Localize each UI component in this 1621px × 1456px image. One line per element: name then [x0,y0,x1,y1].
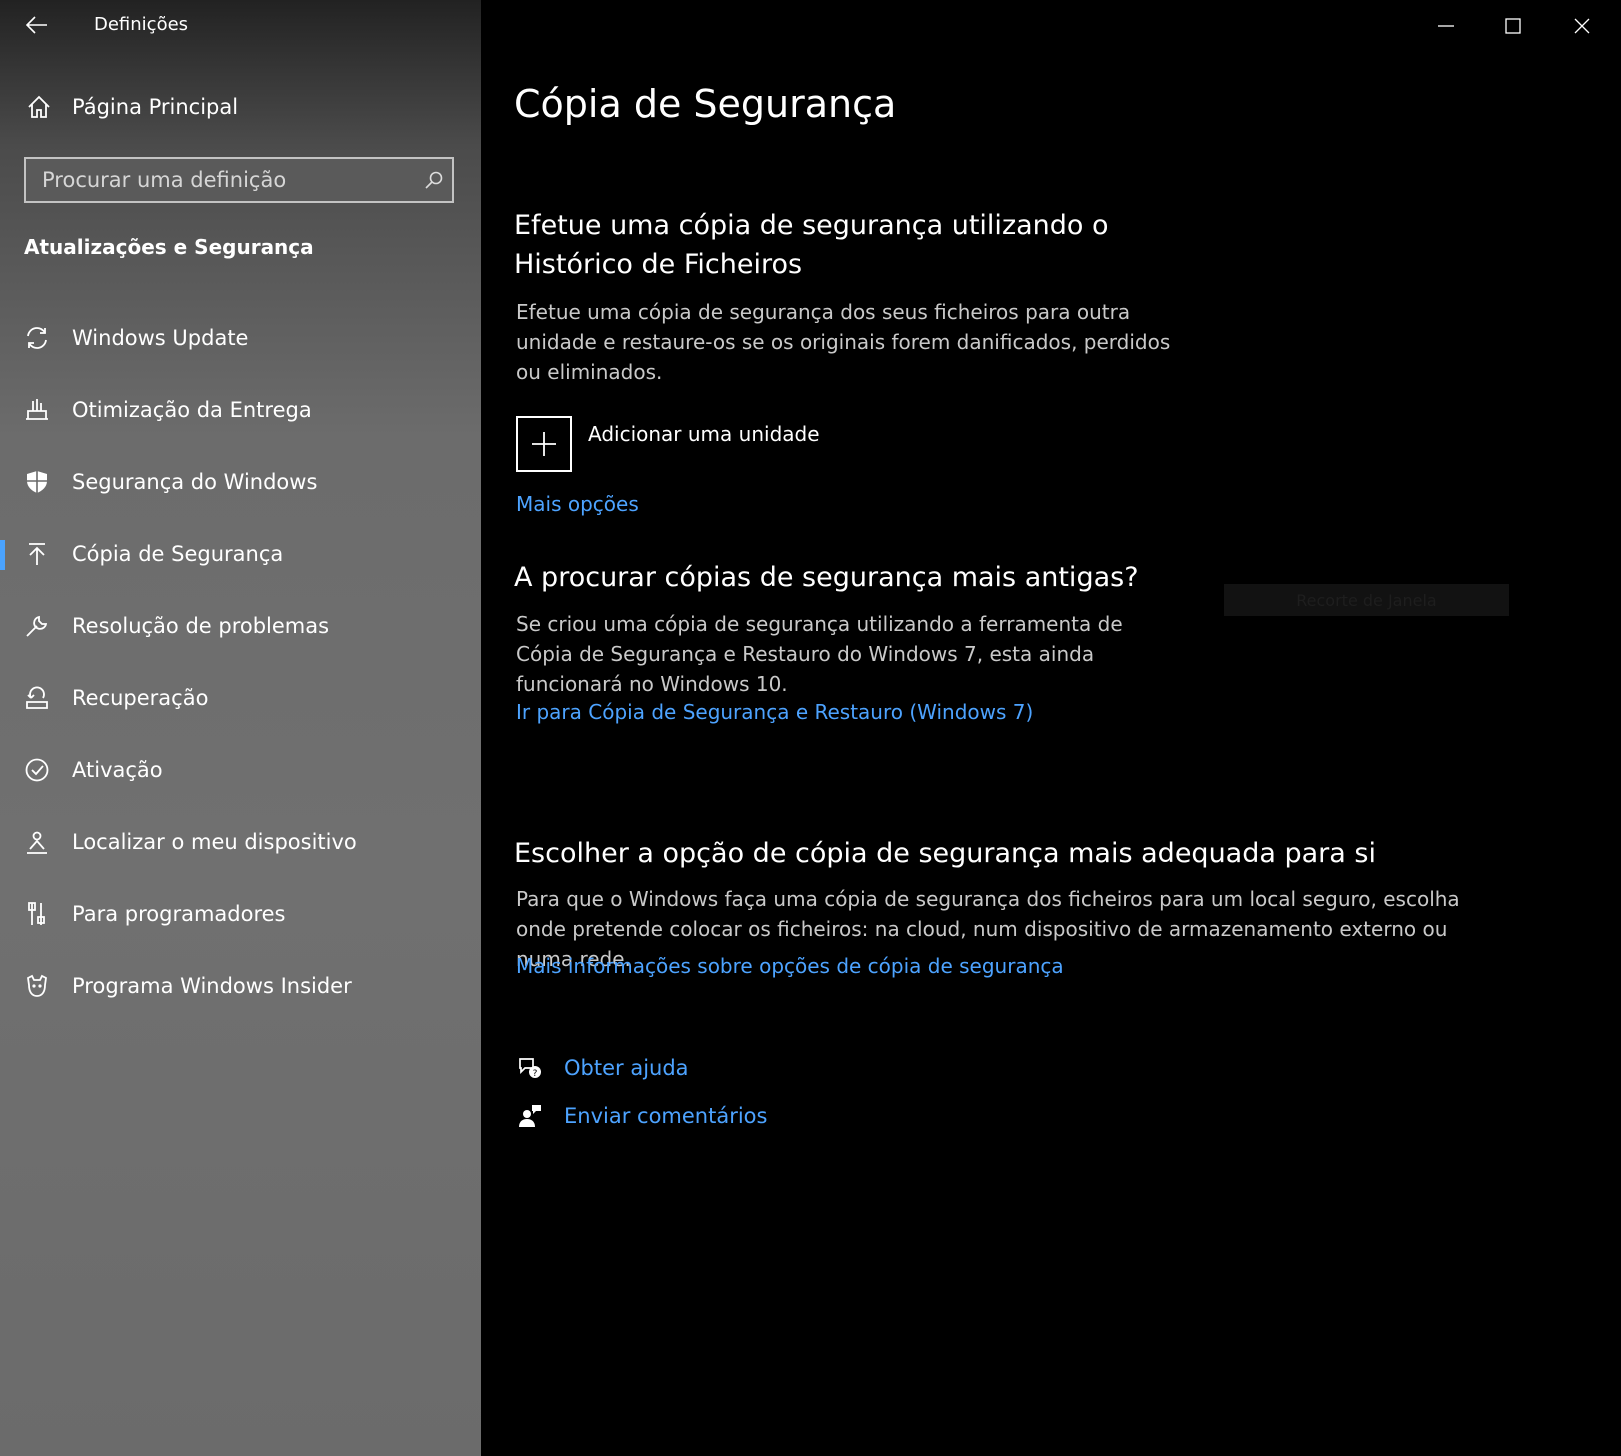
back-button[interactable] [22,12,52,38]
developer-tools-icon [22,899,52,929]
sidebar-item-label: Cópia de Segurança [72,542,284,566]
insider-icon [22,971,52,1001]
check-circle-icon [22,755,52,785]
sidebar-item-label: Windows Update [72,326,249,350]
sidebar-item-activation[interactable]: Ativação [0,734,481,806]
plus-icon [532,432,556,456]
feedback-person-icon [516,1102,544,1130]
snip-overlay-ghost: Recorte de Janela [1224,584,1509,616]
sidebar-item-label: Recuperação [72,686,209,710]
sidebar-item-label: Programa Windows Insider [72,974,352,998]
sidebar-item-troubleshoot[interactable]: Resolução de problemas [0,590,481,662]
backup-arrow-icon [22,539,52,569]
sidebar-item-recovery[interactable]: Recuperação [0,662,481,734]
add-drive-button[interactable]: Adicionar uma unidade [516,416,820,472]
settings-search [24,157,454,203]
sidebar-item-label: Ativação [72,758,163,782]
app-title: Definições [94,14,189,35]
sidebar-item-delivery-optimization[interactable]: Otimização da Entrega [0,374,481,446]
get-help-label: Obter ajuda [564,1056,689,1080]
sidebar-item-developers[interactable]: Para programadores [0,878,481,950]
sidebar-item-label: Localizar o meu dispositivo [72,830,357,854]
active-indicator [0,540,5,570]
send-feedback-link[interactable]: Enviar comentários [516,1102,767,1130]
sidebar-item-label: Otimização da Entrega [72,398,312,422]
sidebar-item-windows-insider[interactable]: Programa Windows Insider [0,950,481,1022]
backup-options-info-link[interactable]: Mais informações sobre opções de cópia d… [516,954,1064,978]
home-icon [24,92,54,122]
page-title: Cópia de Segurança [514,82,897,126]
maximize-icon [1505,18,1521,34]
plus-box [516,416,572,472]
send-feedback-label: Enviar comentários [564,1104,768,1128]
person-locate-icon [22,827,52,857]
delivery-icon [22,395,52,425]
search-icon[interactable] [416,162,452,198]
search-input[interactable] [26,167,416,193]
add-drive-label: Adicionar uma unidade [588,422,820,446]
sidebar-item-label: Segurança do Windows [72,470,318,494]
more-options-link[interactable]: Mais opções [516,492,639,516]
backup-restore-win7-link[interactable]: Ir para Cópia de Segurança e Restauro (W… [516,700,1033,724]
wrench-icon [22,611,52,641]
best-option-heading: Escolher a opção de cópia de segurança m… [514,838,1376,869]
sidebar-item-label: Resolução de problemas [72,614,330,638]
file-history-description: Efetue uma cópia de segurança dos seus f… [516,300,1171,384]
sidebar-item-windows-security[interactable]: Segurança do Windows [0,446,481,518]
sidebar-item-backup[interactable]: Cópia de Segurança [0,518,481,590]
sync-icon [22,323,52,353]
sidebar-nav: Windows Update Otimização da Entrega Seg… [0,302,481,1022]
close-button[interactable] [1560,8,1604,44]
back-arrow-icon [26,16,47,34]
maximize-button[interactable] [1491,8,1535,44]
older-backups-description: Se criou uma cópia de segurança utilizan… [516,612,1123,696]
home-label: Página Principal [72,95,239,119]
sidebar-item-find-my-device[interactable]: Localizar o meu dispositivo [0,806,481,878]
recovery-icon [22,683,52,713]
home-link[interactable]: Página Principal [24,92,238,122]
close-icon [1574,18,1590,34]
sidebar-item-windows-update[interactable]: Windows Update [0,302,481,374]
older-backups-heading: A procurar cópias de segurança mais anti… [514,562,1139,593]
sidebar-item-label: Para programadores [72,902,286,926]
minimize-icon [1438,25,1454,27]
svg-text:?: ? [533,1069,538,1079]
sidebar: Definições Página Principal Atualizações… [0,0,481,1456]
get-help-link[interactable]: ? Obter ajuda [516,1054,689,1082]
shield-icon [22,467,52,497]
file-history-heading: Efetue uma cópia de segurança utilizando… [514,210,1109,280]
section-title: Atualizações e Segurança [24,235,314,259]
minimize-button[interactable] [1424,8,1468,44]
help-chat-icon: ? [516,1054,544,1082]
